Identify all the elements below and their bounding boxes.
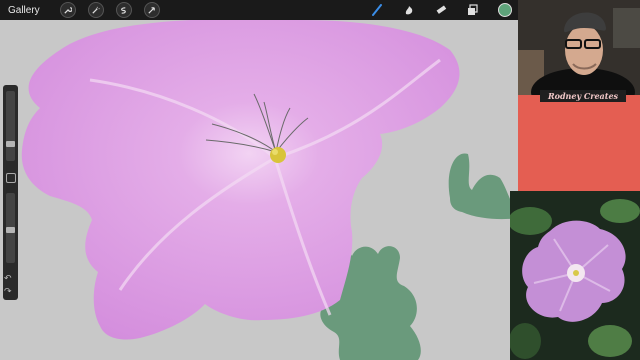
gallery-button[interactable]: Gallery [0,5,48,16]
opacity-knob[interactable] [6,227,15,233]
smudge-icon[interactable] [402,3,416,17]
petunia-painting [21,20,518,360]
brush-icon[interactable] [370,3,384,17]
undo-icon[interactable]: ↶ [4,273,12,284]
modify-button[interactable] [6,173,16,183]
presenter-caption: Rodney Creates [540,90,626,102]
brush-size-slider[interactable] [6,91,15,161]
wrench-icon[interactable] [59,2,76,18]
presenter-image [518,0,640,95]
magic-wand-icon[interactable] [87,2,104,18]
transform-icon[interactable] [143,2,160,18]
layers-icon[interactable] [466,3,480,17]
color-picker-button[interactable] [498,3,512,17]
reference-photo [510,191,640,360]
selection-icon[interactable] [115,2,132,18]
webcam-overlay: Rodney Creates [518,0,640,191]
redo-icon[interactable]: ↷ [4,286,12,297]
flower-stamen [270,147,286,163]
drawing-canvas[interactable]: ↶ ↷ [0,20,518,360]
webcam-video [518,0,640,95]
brush-sidebar: ↶ ↷ [3,85,18,300]
eraser-icon[interactable] [434,3,448,17]
brush-size-knob[interactable] [6,141,15,147]
procreate-toolbar: Gallery [0,0,518,20]
opacity-slider[interactable] [6,193,15,263]
